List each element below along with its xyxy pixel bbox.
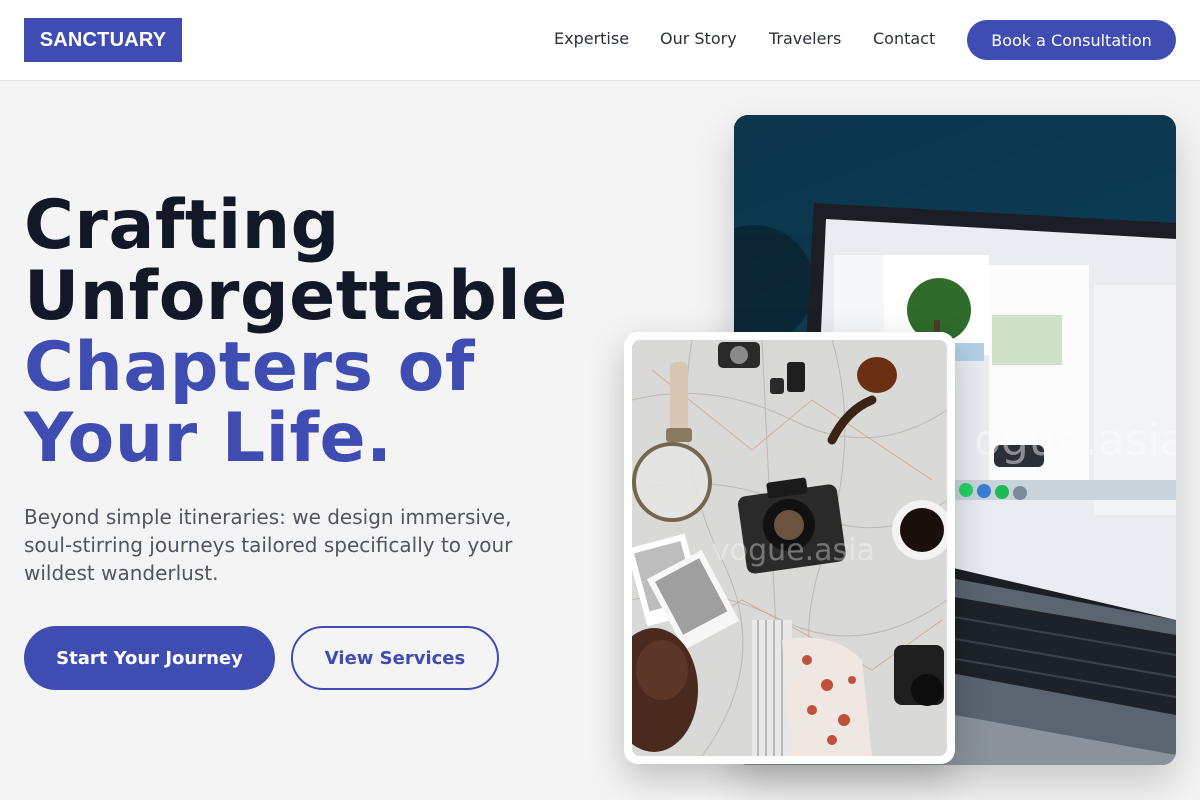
headline-line-2: Unforgettable (24, 257, 568, 336)
hero-subtext: Beyond simple itineraries: we design imm… (24, 505, 513, 585)
site-header: SANCTUARY Expertise Our Story Travelers … (0, 0, 1200, 81)
nav-link-travelers[interactable]: Travelers (769, 29, 841, 48)
book-consultation-button[interactable]: Book a Consultation (967, 20, 1176, 60)
travel-flatlay-illustration: vogue.asia (632, 340, 947, 756)
headline-line-4: Your Life. (24, 399, 393, 478)
start-journey-button[interactable]: Start Your Journey (24, 626, 275, 690)
headline-line-3: Chapters of (24, 328, 475, 407)
hero-headline: Crafting Unforgettable Chapters of Your … (24, 190, 644, 474)
headline-line-1: Crafting (24, 186, 340, 265)
nav-link-contact[interactable]: Contact (873, 29, 935, 48)
map-watermark: vogue.asia (712, 533, 875, 568)
view-services-button[interactable]: View Services (291, 626, 499, 690)
laptop-watermark: ogue.asia (974, 415, 1176, 466)
nav-link-our-story[interactable]: Our Story (660, 29, 737, 48)
map-photo-card: vogue.asia (624, 332, 955, 764)
map-photo: vogue.asia (632, 340, 947, 756)
nav-link-expertise[interactable]: Expertise (554, 29, 629, 48)
brand-logo[interactable]: SANCTUARY (24, 18, 182, 62)
